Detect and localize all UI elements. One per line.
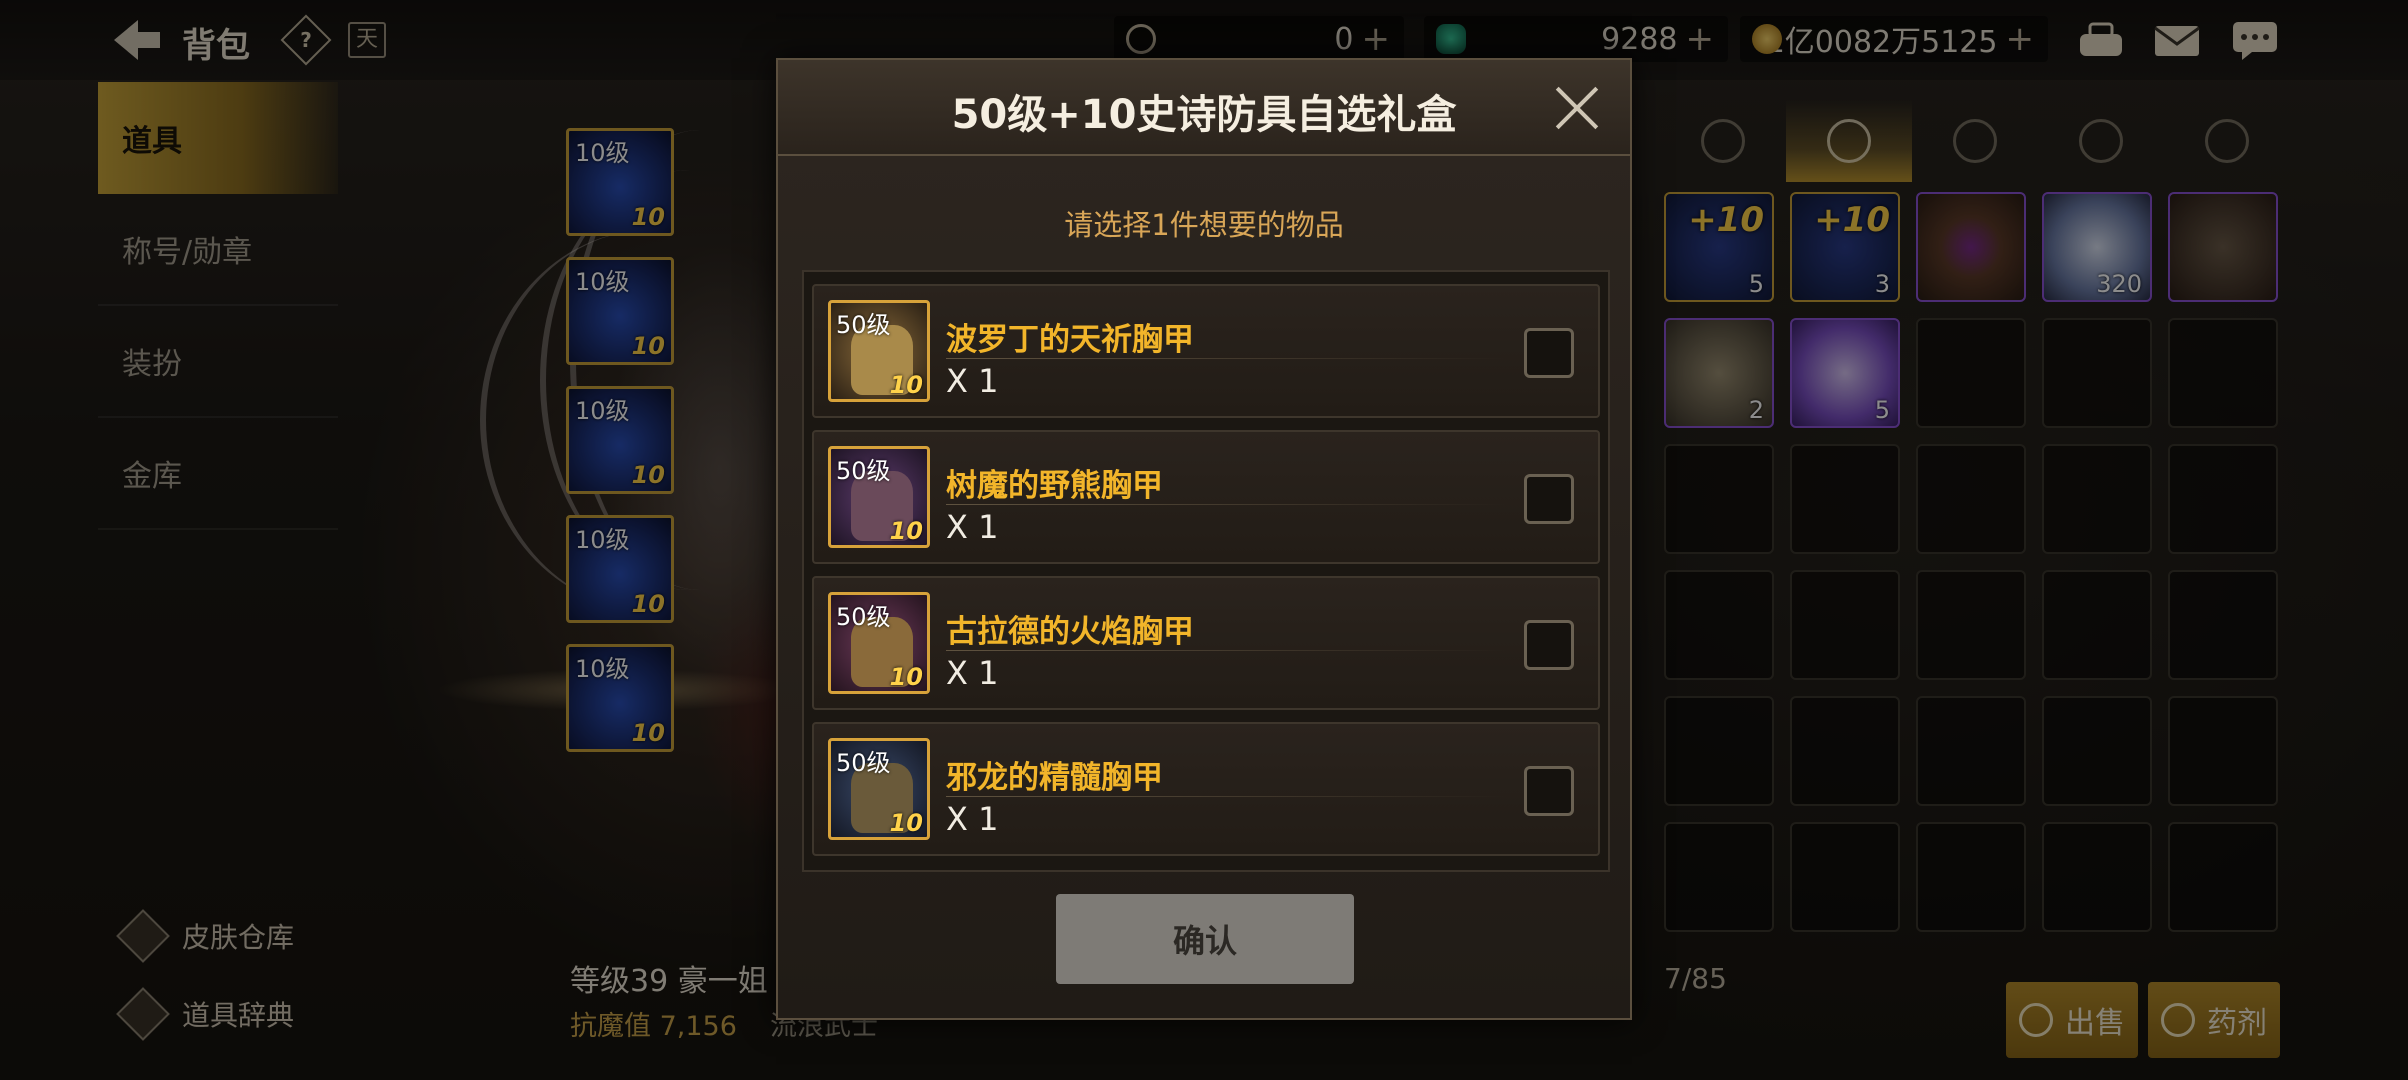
option-row[interactable]: 50级 10 树魔的野熊胸甲 X 1: [812, 430, 1600, 564]
option-checkbox[interactable]: [1524, 620, 1574, 670]
option-enhance: 10: [889, 663, 923, 691]
option-name: 波罗丁的天祈胸甲: [946, 322, 1194, 358]
option-list: 50级 10 波罗丁的天祈胸甲 X 1 50级 10 树魔的野熊胸甲 X 1 5…: [802, 270, 1610, 872]
option-name: 古拉德的火焰胸甲: [946, 614, 1194, 650]
dialog-subtitle: 请选择1件想要的物品: [1064, 208, 1344, 242]
close-icon[interactable]: [1552, 82, 1602, 132]
option-row[interactable]: 50级 10 邪龙的精髓胸甲 X 1: [812, 722, 1600, 856]
option-row[interactable]: 50级 10 波罗丁的天祈胸甲 X 1: [812, 284, 1600, 418]
option-thumbnail: 50级 10: [828, 738, 930, 840]
option-enhance: 10: [889, 371, 923, 399]
confirm-button[interactable]: 确认: [1056, 894, 1354, 984]
option-level: 50级: [836, 603, 891, 631]
option-enhance: 10: [889, 809, 923, 837]
option-thumbnail: 50级 10: [828, 446, 930, 548]
option-thumbnail: 50级 10: [828, 300, 930, 402]
option-row[interactable]: 50级 10 古拉德的火焰胸甲 X 1: [812, 576, 1600, 710]
option-level: 50级: [836, 749, 891, 777]
divider: [946, 504, 1506, 505]
option-name: 树魔的野熊胸甲: [946, 468, 1163, 504]
option-name: 邪龙的精髓胸甲: [946, 760, 1163, 796]
option-quantity: X 1: [946, 508, 999, 546]
option-thumbnail: 50级 10: [828, 592, 930, 694]
option-level: 50级: [836, 457, 891, 485]
option-quantity: X 1: [946, 362, 999, 400]
dialog-header: 50级+10史诗防具自选礼盒: [778, 60, 1630, 156]
option-quantity: X 1: [946, 800, 999, 838]
divider: [946, 358, 1506, 359]
divider: [946, 796, 1506, 797]
option-enhance: 10: [889, 517, 923, 545]
option-checkbox[interactable]: [1524, 474, 1574, 524]
option-checkbox[interactable]: [1524, 766, 1574, 816]
dialog-title: 50级+10史诗防具自选礼盒: [951, 92, 1457, 138]
option-checkbox[interactable]: [1524, 328, 1574, 378]
option-level: 50级: [836, 311, 891, 339]
gift-box-dialog: 50级+10史诗防具自选礼盒 请选择1件想要的物品 50级 10 波罗丁的天祈胸…: [776, 58, 1632, 1020]
divider: [946, 650, 1506, 651]
option-quantity: X 1: [946, 654, 999, 692]
